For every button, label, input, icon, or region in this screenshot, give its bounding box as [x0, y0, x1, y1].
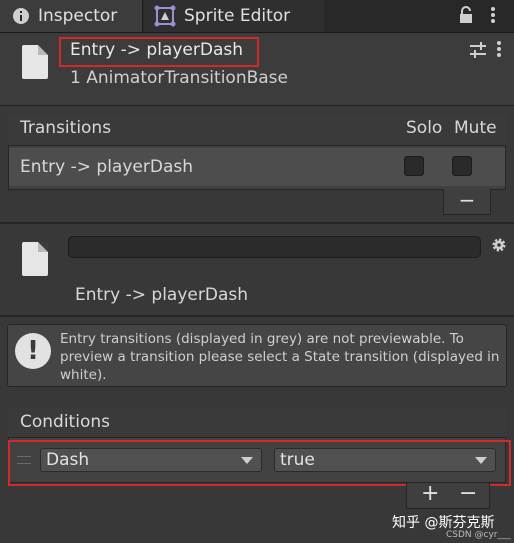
exclamation-icon: !: [15, 333, 51, 369]
page-title: Entry -> playerDash: [70, 40, 243, 60]
chevron-down-icon: [241, 457, 253, 464]
drag-handle-icon[interactable]: [17, 456, 31, 464]
sliders-icon[interactable]: [470, 42, 486, 58]
conditions-footer: + −: [406, 481, 490, 509]
conditions-header-label: Conditions: [20, 412, 110, 432]
transition-row-name: Entry -> playerDash: [20, 157, 193, 177]
condition-value: true: [280, 450, 315, 470]
sprite-editor-icon: [154, 5, 176, 27]
solo-column-label: Solo: [406, 118, 443, 138]
remove-transition-button[interactable]: −: [443, 189, 491, 215]
section-divider: [0, 222, 514, 224]
mute-column-label: Mute: [454, 118, 497, 138]
chevron-down-icon: [475, 457, 487, 464]
gear-icon[interactable]: [491, 237, 507, 253]
transition-detail-name: Entry -> playerDash: [75, 285, 248, 305]
condition-value-dropdown[interactable]: true: [274, 448, 496, 472]
tab-sprite-editor-label: Sprite Editor: [184, 6, 291, 26]
condition-parameter-dropdown[interactable]: Dash: [40, 448, 262, 472]
transition-document-icon: [22, 242, 48, 276]
remove-condition-button[interactable]: −: [459, 481, 477, 506]
info-icon: [13, 8, 29, 24]
document-icon: [22, 45, 48, 79]
watermark-small-text: CSDN @cyr___: [446, 530, 511, 540]
transition-name-field[interactable]: [68, 236, 481, 258]
tab-sprite-editor[interactable]: Sprite Editor: [144, 0, 324, 32]
tab-inspector-label: Inspector: [38, 6, 118, 26]
header-kebab-icon[interactable]: [496, 40, 502, 58]
kebab-menu-icon[interactable]: [490, 6, 496, 24]
mute-checkbox[interactable]: [452, 156, 472, 176]
condition-parameter-value: Dash: [46, 450, 90, 470]
tab-inspector[interactable]: Inspector: [0, 0, 143, 32]
info-message: Entry transitions (displayed in grey) ar…: [60, 331, 500, 383]
watermark-text: 知乎 @斯芬克斯: [392, 515, 495, 531]
add-condition-button[interactable]: +: [421, 481, 439, 506]
transitions-header-label: Transitions: [20, 118, 112, 138]
object-type: 1 AnimatorTransitionBase: [70, 68, 288, 88]
section-divider-2: [0, 315, 514, 317]
lock-icon[interactable]: [458, 6, 474, 24]
solo-checkbox[interactable]: [404, 156, 424, 176]
